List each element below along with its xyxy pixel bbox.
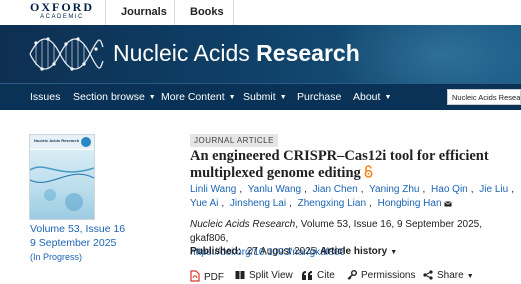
nav-submit[interactable]: Submit ▼ [243, 91, 287, 103]
caret-down-icon: ▼ [279, 94, 287, 101]
author-link[interactable]: Linli Wang [190, 184, 236, 195]
citation-journal: Nucleic Acids Research [190, 219, 296, 230]
logo-line1: OXFORD [30, 0, 94, 14]
author-link[interactable]: Yanlu Wang [248, 184, 301, 195]
share-button[interactable]: Share ▼ [423, 270, 474, 281]
nav-about-label: About [353, 91, 381, 103]
share-icon [423, 270, 433, 280]
author-link[interactable]: Hongbing Han [378, 198, 442, 209]
issue-status: (In Progress) [30, 252, 83, 262]
search-scope-select[interactable]: Nucleic Acids Research [447, 89, 521, 105]
journal-title-regular: Nucleic Acids [113, 40, 257, 66]
author-link[interactable]: Yaning Zhu [369, 184, 419, 195]
share-label: Share [437, 270, 464, 281]
cover-badge-icon [81, 137, 91, 147]
issue-volume-link[interactable]: Volume 53, Issue 16 [30, 222, 125, 236]
caret-down-icon: ▼ [384, 94, 392, 101]
nav-section-browse-label: Section browse [73, 91, 145, 103]
pdf-button[interactable]: PDF [190, 270, 224, 283]
author-link[interactable]: Yue Ai [190, 198, 218, 209]
permissions-button[interactable]: Permissions [347, 270, 415, 281]
nav-more-content[interactable]: More Content ▼ [161, 91, 236, 103]
journal-banner: Nucleic Acids Research [0, 25, 521, 83]
article-history-dropdown[interactable]: Article history ▼ [320, 246, 397, 257]
author-list: Linli Wang, Yanlu Wang, Jian Chen, Yanin… [190, 184, 514, 209]
article-history-label: Article history [320, 246, 388, 257]
journal-title[interactable]: Nucleic Acids Research [113, 40, 360, 67]
nav-issues[interactable]: Issues [30, 91, 60, 103]
divider [233, 0, 234, 25]
cover-artwork [30, 150, 94, 219]
split-view-icon [235, 271, 245, 279]
logo-line2: ACADEMIC [40, 14, 84, 20]
journals-link[interactable]: Journals [121, 6, 167, 18]
pdf-icon [190, 270, 200, 282]
books-link[interactable]: Books [190, 6, 224, 18]
article-title-text: An engineered CRISPR–Cas12i tool for eff… [190, 148, 489, 181]
author-link[interactable]: Jian Chen [313, 184, 358, 195]
key-icon [347, 270, 357, 280]
caret-down-icon: ▼ [466, 273, 474, 280]
nav-about[interactable]: About ▼ [353, 91, 391, 103]
nav-issues-label: Issues [30, 91, 61, 103]
caret-down-icon: ▼ [148, 94, 156, 101]
issue-info: Volume 53, Issue 16 9 September 2025 (In… [30, 222, 125, 264]
nav-more-content-label: More Content [161, 91, 225, 103]
divider [105, 0, 106, 25]
pdf-label: PDF [204, 272, 224, 283]
nav-purchase-label: Purchase [297, 91, 342, 103]
open-access-icon [364, 165, 373, 178]
dna-helix-logo [29, 37, 104, 71]
published-label: Published: [190, 246, 242, 257]
caret-down-icon: ▼ [390, 249, 398, 256]
journal-title-bold: Research [256, 40, 360, 66]
cover-header: Nucleic Acids Research [30, 135, 94, 149]
cite-label: Cite [317, 270, 335, 281]
divider [174, 0, 175, 25]
author-link[interactable]: Zhengxing Lian [298, 198, 366, 209]
quote-icon [302, 271, 312, 280]
split-view-label: Split View [249, 270, 293, 281]
caret-down-icon: ▼ [228, 94, 236, 101]
nav-submit-label: Submit [243, 91, 276, 103]
top-bar: OXFORD ACADEMIC Journals Books [0, 0, 521, 26]
published-info: Published: 27 August 2025 [190, 246, 316, 257]
article-title: An engineered CRISPR–Cas12i tool for eff… [190, 148, 520, 182]
published-date: 27 August 2025 [246, 246, 317, 257]
author-link[interactable]: Jinsheng Lai [230, 198, 286, 209]
issue-date: 9 September 2025 [30, 237, 117, 249]
cite-button[interactable]: Cite [302, 270, 335, 281]
cover-title: Nucleic Acids Research [34, 138, 80, 143]
author-link[interactable]: Jie Liu [479, 184, 508, 195]
permissions-label: Permissions [361, 270, 416, 281]
nav-section-browse[interactable]: Section browse ▼ [73, 91, 156, 103]
oxford-academic-logo[interactable]: OXFORD ACADEMIC [29, 1, 95, 21]
main-nav: Issues Section browse ▼ More Content ▼ Sub… [0, 83, 521, 110]
mail-icon[interactable] [443, 201, 452, 207]
cover-art-icon [30, 166, 94, 211]
issue-cover-image[interactable]: Nucleic Acids Research [29, 134, 95, 220]
nav-purchase[interactable]: Purchase [297, 91, 341, 103]
article-type-badge: JOURNAL ARTICLE [190, 134, 278, 147]
author-link[interactable]: Hao Qin [431, 184, 468, 195]
split-view-button[interactable]: Split View [235, 270, 293, 281]
